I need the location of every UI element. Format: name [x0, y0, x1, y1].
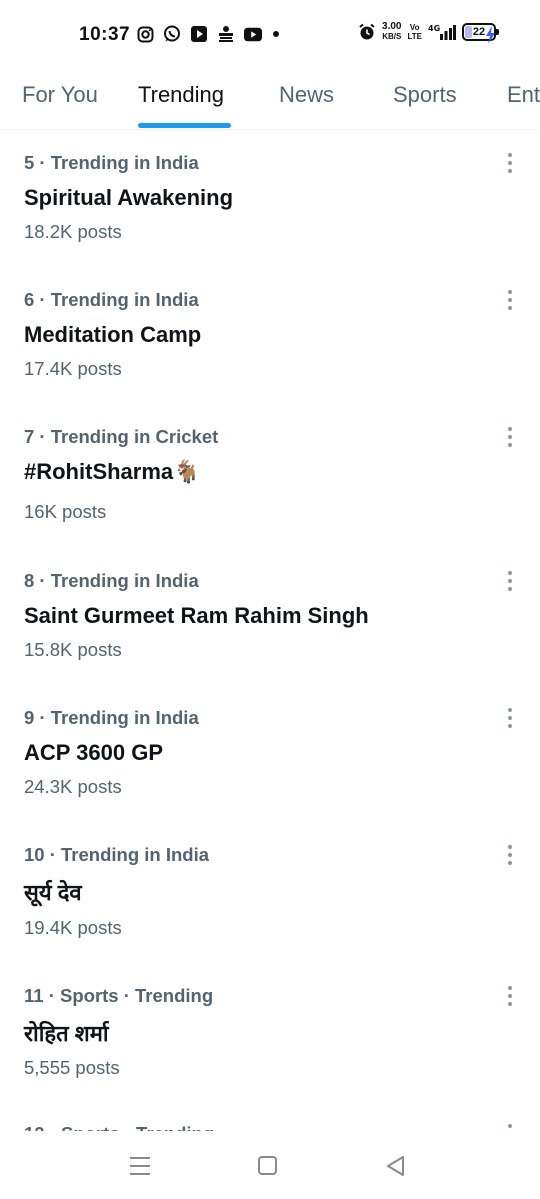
tab-for-you[interactable]: For You	[22, 82, 98, 108]
tab-trending[interactable]: Trending	[138, 82, 224, 108]
status-time: 10:37	[79, 24, 131, 45]
tab-news[interactable]: News	[279, 82, 334, 108]
trend-title: रोहित शर्मा	[24, 1021, 109, 1046]
trend-title: ACP 3600 GP	[24, 740, 164, 765]
menu-icon[interactable]	[128, 1155, 152, 1177]
network-speed: 3.00 KB/S	[382, 21, 402, 42]
trend-title: Meditation Camp	[24, 322, 202, 347]
trend-post-count: 17.4K posts	[24, 358, 122, 379]
trend-context: 5 · Trending in India	[24, 152, 199, 173]
trend-post-count: 18.2K posts	[24, 221, 122, 242]
active-tab-indicator	[138, 123, 231, 128]
instagram-icon	[136, 25, 154, 43]
more-options-icon[interactable]	[500, 287, 520, 313]
trend-title: Spiritual Awakening	[24, 185, 234, 210]
more-options-icon[interactable]	[500, 705, 520, 731]
trend-title: Saint Gurmeet Ram Rahim Singh	[24, 603, 369, 628]
more-options-icon[interactable]	[500, 424, 520, 450]
more-options-icon[interactable]	[500, 150, 520, 176]
system-nav-bar	[0, 1131, 540, 1199]
trend-post-count: 24.3K posts	[24, 776, 122, 797]
back-triangle-icon[interactable]	[384, 1155, 408, 1177]
trend-context: 7 · Trending in Cricket	[24, 426, 219, 447]
trend-context: 12 · Sports · Trending	[24, 1123, 214, 1131]
status-bar: 10:37 3.00 KB/S Vo LTE 4G 22	[0, 0, 540, 72]
trend-context: 6 · Trending in India	[24, 289, 199, 310]
charging-bolt-icon	[486, 26, 495, 44]
trend-post-count: 19.4K posts	[24, 917, 122, 938]
home-square-icon[interactable]	[256, 1155, 280, 1177]
alarm-icon	[358, 23, 376, 41]
trend-list: 5 · Trending in India Spiritual Awakenin…	[0, 131, 540, 1131]
trend-title: सूर्य देव	[24, 880, 82, 905]
signal-icon: 4G	[428, 23, 456, 41]
trend-post-count: 15.8K posts	[24, 639, 122, 660]
more-options-icon[interactable]	[500, 568, 520, 594]
system-icons: 3.00 KB/S Vo LTE 4G 22	[358, 21, 499, 42]
trend-title: #RohitSharma🐐	[24, 459, 201, 484]
trend-context: 8 · Trending in India	[24, 570, 199, 591]
more-dot-icon	[273, 31, 279, 37]
explore-tabs: For You Trending News Sports Ent	[0, 72, 540, 130]
more-options-icon[interactable]	[500, 842, 520, 868]
notification-icons	[136, 25, 279, 43]
trend-context: 9 · Trending in India	[24, 707, 199, 728]
volte-indicator: Vo LTE	[407, 23, 422, 41]
more-options-icon[interactable]	[500, 1121, 520, 1131]
trend-context: 11 · Sports · Trending	[24, 985, 214, 1006]
tab-entertainment[interactable]: Ent	[507, 82, 540, 108]
video-app-icon	[190, 25, 208, 43]
trend-post-count: 16K posts	[24, 501, 107, 522]
more-options-icon[interactable]	[500, 983, 520, 1009]
trend-post-count: 5,555 posts	[24, 1057, 120, 1078]
tab-sports[interactable]: Sports	[393, 82, 457, 108]
news-app-icon	[217, 25, 235, 43]
youtube-icon	[244, 25, 262, 43]
svg-text:4G: 4G	[428, 24, 440, 33]
whatsapp-icon	[163, 25, 181, 43]
trend-context: 10 · Trending in India	[24, 844, 210, 865]
